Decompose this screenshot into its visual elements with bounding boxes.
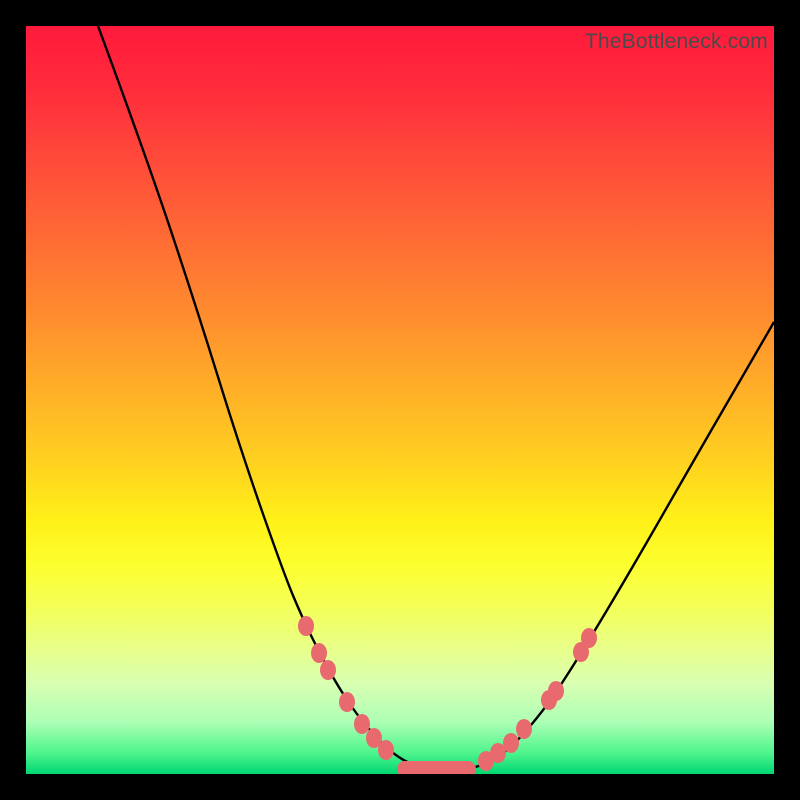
curve-dot bbox=[354, 714, 370, 734]
bottleneck-curve bbox=[98, 26, 774, 770]
curve-dot bbox=[503, 733, 519, 753]
curve-markers bbox=[298, 616, 597, 771]
flat-bottom-marker bbox=[397, 761, 476, 774]
curve-dot bbox=[298, 616, 314, 636]
curve-dot bbox=[311, 643, 327, 663]
curve-dot bbox=[378, 740, 394, 760]
flat-strip bbox=[397, 761, 476, 774]
chart-frame: TheBottleneck.com bbox=[0, 0, 800, 800]
curve-dot bbox=[548, 681, 564, 701]
plot-area: TheBottleneck.com bbox=[26, 26, 774, 774]
curve-dot bbox=[339, 692, 355, 712]
curve-dot bbox=[320, 660, 336, 680]
curve-svg bbox=[26, 26, 774, 774]
curve-dot bbox=[516, 719, 532, 739]
curve-dot bbox=[581, 628, 597, 648]
